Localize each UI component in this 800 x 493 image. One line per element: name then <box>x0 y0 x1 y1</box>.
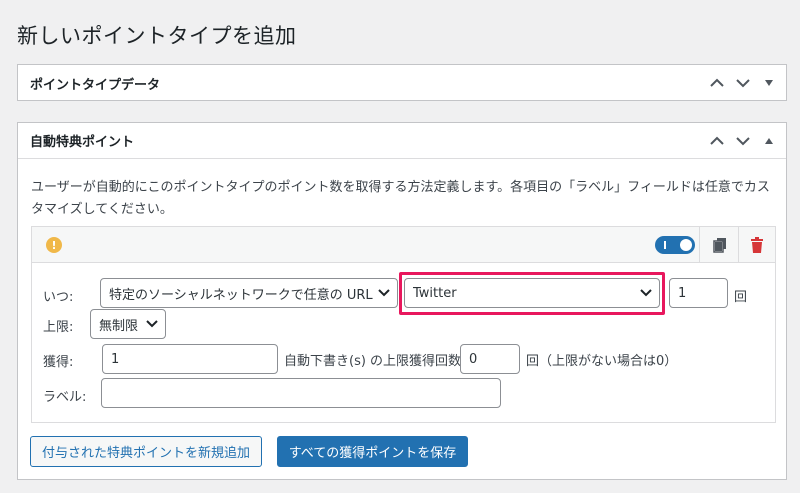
box-controls <box>706 65 780 101</box>
warning-icon: ! <box>46 237 62 253</box>
trash-icon[interactable] <box>748 236 766 254</box>
earn-input[interactable]: 1 <box>102 344 278 374</box>
highlight-box <box>399 272 665 315</box>
toggle-panel-icon[interactable] <box>758 72 780 94</box>
save-all-button[interactable]: すべての獲得ポイントを保存 <box>277 436 468 467</box>
page-title: 新しいポイントタイプを追加 <box>17 24 297 48</box>
add-new-button[interactable]: 付与された特典ポイントを新規追加 <box>30 436 262 467</box>
max-note: 回（上限がない場合は0） <box>526 354 678 369</box>
label-input[interactable] <box>101 378 501 408</box>
box-description: ユーザーが自動的にこのポイントタイプのポイント数を取得する方法定義します。各項目… <box>31 180 770 217</box>
move-up-icon[interactable] <box>706 72 728 94</box>
count-input[interactable]: 1 <box>669 278 728 308</box>
divider <box>699 227 700 263</box>
when-label: いつ: <box>43 290 74 305</box>
chevron-down-icon <box>146 320 158 328</box>
limit-select[interactable]: 無制限 <box>90 309 166 339</box>
max-input[interactable]: 0 <box>460 344 520 374</box>
count-unit: 回 <box>734 290 748 305</box>
postbox-title: ポイントタイプデータ <box>30 77 161 93</box>
enable-toggle[interactable] <box>655 236 695 254</box>
chevron-down-icon <box>378 289 390 297</box>
toggle-on-mark <box>664 241 666 249</box>
limit-label: 上限: <box>43 320 74 335</box>
copy-icon[interactable] <box>711 236 729 254</box>
postbox-header: ポイントタイプデータ <box>18 65 786 101</box>
when-select[interactable]: 特定のソーシャルネットワークで任意の URL... <box>100 278 398 308</box>
box-controls <box>706 123 780 159</box>
auto-draft-label: 自動下書き(s) の上限獲得回数 <box>284 354 462 369</box>
move-up-icon[interactable] <box>706 130 728 152</box>
when-select-value: 特定のソーシャルネットワークで任意の URL... <box>109 287 373 303</box>
divider <box>738 227 739 263</box>
postbox-title: 自動特典ポイント <box>30 135 135 150</box>
toggle-knob <box>680 239 692 251</box>
hook-header: ! <box>32 227 775 263</box>
postbox-point-type-data: ポイントタイプデータ <box>17 64 787 101</box>
move-down-icon[interactable] <box>732 130 754 152</box>
earn-label: 獲得: <box>43 355 74 370</box>
toggle-panel-icon[interactable] <box>758 130 780 152</box>
limit-select-value: 無制限 <box>99 318 139 334</box>
label-label: ラベル: <box>43 390 87 405</box>
postbox-header: 自動特典ポイント <box>18 123 786 159</box>
move-down-icon[interactable] <box>732 72 754 94</box>
